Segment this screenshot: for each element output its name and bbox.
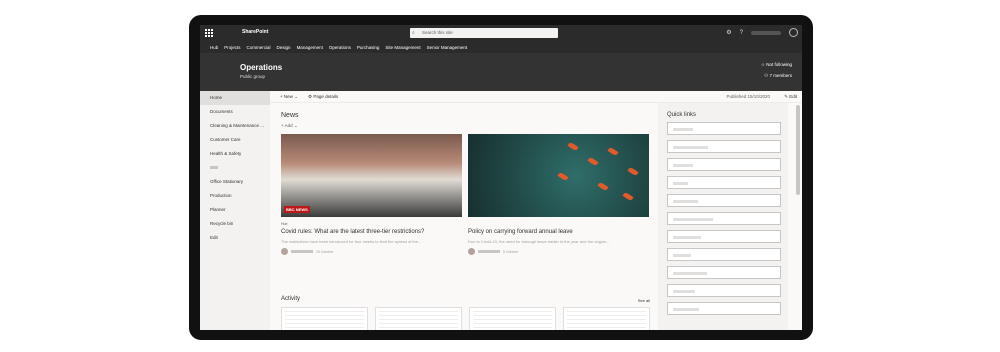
news-image-leaves[interactable]: [468, 134, 649, 217]
nav-item-customer-care[interactable]: Customer Care: [200, 133, 270, 147]
follow-button[interactable]: ☆ Not following: [761, 62, 792, 68]
news-card[interactable]: Policy on carrying forward annual leave …: [468, 134, 649, 255]
help-icon[interactable]: ?: [740, 30, 743, 36]
hubnav-item-senior-management[interactable]: Senior Management: [427, 45, 468, 50]
plus-icon: +: [280, 94, 283, 99]
suite-bar: SharePoint ⌕ Search this site ⚙ ?: [200, 25, 802, 41]
news-image-covid[interactable]: BBC NEWS: [281, 134, 462, 217]
hubnav-item-commercial[interactable]: Commercial: [247, 45, 271, 50]
hubnav-item-operations[interactable]: Operations: [329, 45, 351, 50]
quick-link[interactable]: [667, 140, 781, 153]
quick-link[interactable]: [667, 158, 781, 171]
avatar[interactable]: [789, 28, 798, 37]
main-content: News + Add ⌄ BBC NEWS Hub Covid rules: W…: [270, 103, 658, 330]
author-name: [478, 250, 500, 253]
command-bar: + New ⌄ ⚙ Page details Published 15/10/2…: [270, 91, 802, 103]
quick-link[interactable]: [667, 284, 781, 297]
news-date: 15 October: [316, 249, 334, 254]
news-card[interactable]: BBC NEWS Hub Covid rules: What are the l…: [281, 134, 462, 255]
hubnav-item-site-management[interactable]: Site Management: [385, 45, 420, 50]
members-label: 7 members: [769, 73, 792, 78]
pencil-icon: ✎: [784, 94, 788, 99]
quick-links-panel: Quick links: [658, 103, 788, 330]
nav-item-documents[interactable]: Documents: [200, 105, 270, 119]
chevron-down-icon: ⌄: [294, 94, 298, 99]
news-headline[interactable]: Policy on carrying forward annual leave: [468, 229, 649, 235]
hubnav-item-hub[interactable]: Hub: [210, 45, 218, 50]
follow-label: Not following: [766, 62, 792, 67]
author-name: [291, 250, 313, 253]
news-hub-label: [468, 222, 649, 226]
person-icon: ⚇: [764, 73, 769, 78]
activity-list: [281, 307, 650, 330]
quick-link[interactable]: [667, 230, 781, 243]
star-icon: ☆: [760, 62, 765, 67]
nav-item-cleaning[interactable]: Cleaning & Maintenance ...: [200, 119, 270, 133]
hubnav-item-purchasing[interactable]: Purchasing: [357, 45, 380, 50]
activity-card[interactable]: [469, 307, 556, 330]
bbc-news-logo: BBC NEWS: [284, 206, 310, 213]
hub-navigation: Hub Projects Commercial Design Managemen…: [200, 41, 802, 53]
activity-heading: Activity: [281, 296, 301, 302]
settings-icon[interactable]: ⚙: [726, 29, 731, 36]
author-avatar: [468, 248, 475, 255]
search-input[interactable]: ⌕ Search this site: [410, 28, 558, 38]
quick-links-heading: Quick links: [667, 112, 697, 118]
quick-link[interactable]: [667, 302, 781, 315]
nav-item-office-stationary[interactable]: Office Stationary: [200, 175, 270, 189]
edit-button[interactable]: ✎ Edit: [784, 94, 797, 100]
see-all-link[interactable]: See all: [638, 298, 650, 303]
left-navigation: Home Documents Cleaning & Maintenance ..…: [200, 91, 270, 330]
site-subtitle: Public group: [240, 74, 266, 79]
nav-item-health-safety[interactable]: Health & Safety: [200, 147, 270, 161]
news-date: 5 October: [503, 249, 519, 254]
add-label: Add: [284, 123, 293, 128]
members-button[interactable]: ⚇ 7 members: [764, 73, 792, 79]
app-name[interactable]: SharePoint: [242, 29, 268, 35]
activity-card[interactable]: [281, 307, 368, 330]
news-description: Due to Covid-19, the need for furlough l…: [468, 239, 610, 244]
news-headline[interactable]: Covid rules: What are the latest three-t…: [281, 229, 462, 235]
gear-icon: ⚙: [308, 94, 313, 99]
nav-item-planner[interactable]: Planner: [200, 203, 270, 217]
new-label: New: [283, 94, 293, 99]
add-news-button[interactable]: + Add ⌄: [281, 123, 298, 129]
sharepoint-screen: SharePoint ⌕ Search this site ⚙ ? Hub Pr…: [200, 25, 802, 330]
plus-icon: +: [281, 123, 284, 128]
search-placeholder: Search this site: [422, 30, 453, 35]
quick-link[interactable]: [667, 176, 781, 189]
app-launcher-icon[interactable]: [205, 29, 213, 37]
search-icon: ⌕: [412, 30, 415, 36]
nav-item-production[interactable]: Production: [200, 189, 270, 203]
hubnav-item-management[interactable]: Management: [297, 45, 323, 50]
quick-link[interactable]: [667, 212, 781, 225]
news-heading: News: [281, 112, 299, 119]
edit-label: Edit: [789, 94, 797, 99]
page-details-label: Page details: [313, 94, 339, 99]
activity-card[interactable]: [375, 307, 462, 330]
activity-card[interactable]: [563, 307, 650, 330]
scrollbar[interactable]: [796, 105, 800, 195]
user-name: [751, 30, 781, 35]
quick-link[interactable]: [667, 122, 781, 135]
nav-item-edit[interactable]: Edit: [200, 231, 270, 245]
nav-item-blurred[interactable]: [200, 161, 270, 175]
news-description: The restrictions have been introduced fo…: [281, 239, 422, 244]
site-header: Operations Public group ☆ Not following …: [200, 53, 802, 91]
quick-link[interactable]: [667, 248, 781, 261]
chevron-down-icon: ⌄: [293, 123, 298, 128]
news-hub-label: Hub: [281, 222, 288, 226]
quick-link[interactable]: [667, 194, 781, 207]
nav-item-home[interactable]: Home: [200, 91, 270, 105]
hubnav-item-design[interactable]: Design: [277, 45, 291, 50]
quick-link[interactable]: [667, 266, 781, 279]
page-details-button[interactable]: ⚙ Page details: [308, 94, 338, 100]
new-button[interactable]: + New ⌄: [280, 94, 298, 100]
hubnav-item-projects[interactable]: Projects: [224, 45, 240, 50]
site-title[interactable]: Operations: [240, 63, 282, 72]
published-date: Published 15/10/2020: [726, 94, 770, 99]
blurred-label: [210, 166, 218, 170]
author-avatar: [281, 248, 288, 255]
nav-item-recycle-bin[interactable]: Recycle bin: [200, 217, 270, 231]
